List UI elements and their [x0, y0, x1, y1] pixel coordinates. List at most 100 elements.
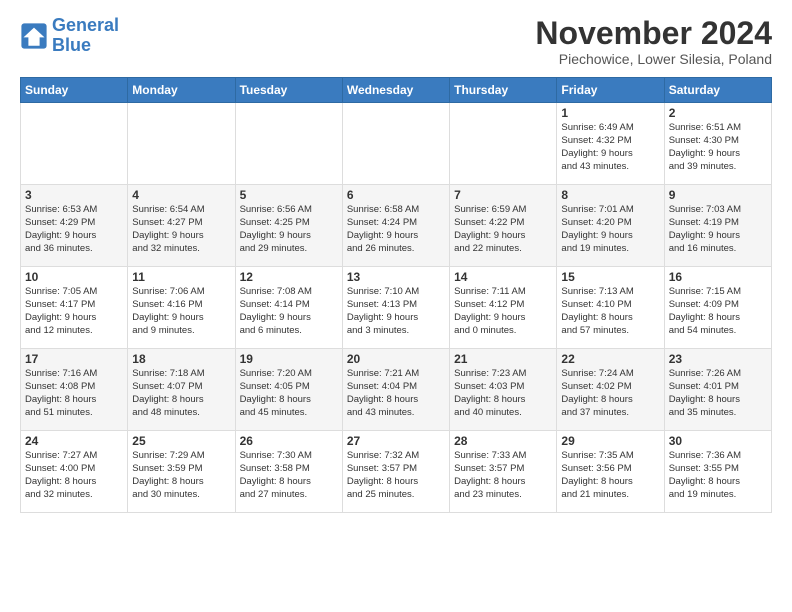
- day-number: 24: [25, 434, 123, 448]
- calendar-cell: 17Sunrise: 7:16 AM Sunset: 4:08 PM Dayli…: [21, 349, 128, 431]
- day-number: 18: [132, 352, 230, 366]
- day-info: Sunrise: 6:49 AM Sunset: 4:32 PM Dayligh…: [561, 122, 659, 173]
- day-info: Sunrise: 7:36 AM Sunset: 3:55 PM Dayligh…: [669, 450, 767, 501]
- calendar-cell: 8 Sunrise: 7:01 AM Sunset: 4:20 PM Daylig…: [557, 185, 664, 267]
- calendar-cell: 23 Sunrise: 7:26 AM Sunset: 4:01 PM Dayli…: [664, 349, 771, 431]
- col-wednesday: Wednesday: [342, 78, 449, 103]
- day-number: 23: [669, 352, 767, 366]
- calendar-cell: 6 Sunrise: 6:58 AM Sunset: 4:24 PM Daylig…: [342, 185, 449, 267]
- calendar-cell: [21, 103, 128, 185]
- calendar-cell: 19 Sunrise: 7:20 AM Sunset: 4:05 PM Dayli…: [235, 349, 342, 431]
- calendar-cell: 28 Sunrise: 7:33 AM Sunset: 3:57 PM Dayli…: [450, 431, 557, 513]
- day-info: Sunrise: 7:32 AM Sunset: 3:57 PM Dayligh…: [347, 450, 445, 501]
- day-number: 9: [669, 188, 767, 202]
- day-number: 13: [347, 270, 445, 284]
- month-title: November 2024: [535, 16, 772, 51]
- calendar-cell: 9Sunrise: 7:03 AM Sunset: 4:19 PM Daylig…: [664, 185, 771, 267]
- day-number: 10: [25, 270, 123, 284]
- calendar-cell: 7 Sunrise: 6:59 AM Sunset: 4:22 PM Daylig…: [450, 185, 557, 267]
- logo: General Blue: [20, 16, 119, 56]
- logo-icon: [20, 22, 48, 50]
- day-info: Sunrise: 7:33 AM Sunset: 3:57 PM Dayligh…: [454, 450, 552, 501]
- day-info: Sunrise: 6:56 AM Sunset: 4:25 PM Dayligh…: [240, 204, 338, 255]
- day-info: Sunrise: 7:23 AM Sunset: 4:03 PM Dayligh…: [454, 368, 552, 419]
- calendar-cell: 25 Sunrise: 7:29 AM Sunset: 3:59 PM Dayli…: [128, 431, 235, 513]
- day-info: Sunrise: 6:59 AM Sunset: 4:22 PM Dayligh…: [454, 204, 552, 255]
- day-info: Sunrise: 7:30 AM Sunset: 3:58 PM Dayligh…: [240, 450, 338, 501]
- location: Piechowice, Lower Silesia, Poland: [535, 51, 772, 67]
- day-number: 19: [240, 352, 338, 366]
- calendar-cell: 2 Sunrise: 6:51 AM Sunset: 4:30 PM Daylig…: [664, 103, 771, 185]
- day-info: Sunrise: 6:53 AM Sunset: 4:29 PM Dayligh…: [25, 204, 123, 255]
- col-sunday: Sunday: [21, 78, 128, 103]
- day-number: 20: [347, 352, 445, 366]
- logo-blue: Blue: [52, 35, 91, 55]
- day-info: Sunrise: 6:58 AM Sunset: 4:24 PM Dayligh…: [347, 204, 445, 255]
- title-area: November 2024 Piechowice, Lower Silesia,…: [535, 16, 772, 67]
- day-number: 12: [240, 270, 338, 284]
- calendar-week-2: 3Sunrise: 6:53 AM Sunset: 4:29 PM Daylig…: [21, 185, 772, 267]
- day-number: 14: [454, 270, 552, 284]
- day-info: Sunrise: 7:11 AM Sunset: 4:12 PM Dayligh…: [454, 286, 552, 337]
- day-info: Sunrise: 7:13 AM Sunset: 4:10 PM Dayligh…: [561, 286, 659, 337]
- day-info: Sunrise: 6:51 AM Sunset: 4:30 PM Dayligh…: [669, 122, 767, 173]
- day-number: 6: [347, 188, 445, 202]
- calendar-week-3: 10Sunrise: 7:05 AM Sunset: 4:17 PM Dayli…: [21, 267, 772, 349]
- day-number: 2: [669, 106, 767, 120]
- day-info: Sunrise: 7:18 AM Sunset: 4:07 PM Dayligh…: [132, 368, 230, 419]
- calendar-cell: 15 Sunrise: 7:13 AM Sunset: 4:10 PM Dayli…: [557, 267, 664, 349]
- day-number: 28: [454, 434, 552, 448]
- calendar-cell: 13 Sunrise: 7:10 AM Sunset: 4:13 PM Dayli…: [342, 267, 449, 349]
- day-number: 5: [240, 188, 338, 202]
- calendar-cell: 14 Sunrise: 7:11 AM Sunset: 4:12 PM Dayli…: [450, 267, 557, 349]
- col-saturday: Saturday: [664, 78, 771, 103]
- calendar-table: Sunday Monday Tuesday Wednesday Thursday…: [20, 77, 772, 513]
- day-number: 1: [561, 106, 659, 120]
- day-info: Sunrise: 7:01 AM Sunset: 4:20 PM Dayligh…: [561, 204, 659, 255]
- col-monday: Monday: [128, 78, 235, 103]
- calendar-week-4: 17Sunrise: 7:16 AM Sunset: 4:08 PM Dayli…: [21, 349, 772, 431]
- day-number: 8: [561, 188, 659, 202]
- col-friday: Friday: [557, 78, 664, 103]
- day-number: 26: [240, 434, 338, 448]
- calendar-cell: 20Sunrise: 7:21 AM Sunset: 4:04 PM Dayli…: [342, 349, 449, 431]
- calendar-week-5: 24Sunrise: 7:27 AM Sunset: 4:00 PM Dayli…: [21, 431, 772, 513]
- day-number: 27: [347, 434, 445, 448]
- day-info: Sunrise: 7:24 AM Sunset: 4:02 PM Dayligh…: [561, 368, 659, 419]
- calendar-cell: 18 Sunrise: 7:18 AM Sunset: 4:07 PM Dayli…: [128, 349, 235, 431]
- day-number: 21: [454, 352, 552, 366]
- calendar-cell: 30 Sunrise: 7:36 AM Sunset: 3:55 PM Dayli…: [664, 431, 771, 513]
- calendar-cell: 4Sunrise: 6:54 AM Sunset: 4:27 PM Daylig…: [128, 185, 235, 267]
- calendar-cell: 10Sunrise: 7:05 AM Sunset: 4:17 PM Dayli…: [21, 267, 128, 349]
- calendar-cell: 12Sunrise: 7:08 AM Sunset: 4:14 PM Dayli…: [235, 267, 342, 349]
- day-number: 15: [561, 270, 659, 284]
- day-number: 7: [454, 188, 552, 202]
- day-number: 16: [669, 270, 767, 284]
- day-number: 17: [25, 352, 123, 366]
- calendar-cell: 1 Sunrise: 6:49 AM Sunset: 4:32 PM Daylig…: [557, 103, 664, 185]
- calendar-cell: [450, 103, 557, 185]
- day-number: 30: [669, 434, 767, 448]
- calendar-cell: 24Sunrise: 7:27 AM Sunset: 4:00 PM Dayli…: [21, 431, 128, 513]
- day-info: Sunrise: 7:15 AM Sunset: 4:09 PM Dayligh…: [669, 286, 767, 337]
- calendar-cell: [235, 103, 342, 185]
- header: General Blue November 2024 Piechowice, L…: [20, 16, 772, 67]
- day-info: Sunrise: 7:26 AM Sunset: 4:01 PM Dayligh…: [669, 368, 767, 419]
- calendar-cell: 11Sunrise: 7:06 AM Sunset: 4:16 PM Dayli…: [128, 267, 235, 349]
- day-number: 11: [132, 270, 230, 284]
- day-info: Sunrise: 7:35 AM Sunset: 3:56 PM Dayligh…: [561, 450, 659, 501]
- day-info: Sunrise: 7:10 AM Sunset: 4:13 PM Dayligh…: [347, 286, 445, 337]
- day-info: Sunrise: 7:29 AM Sunset: 3:59 PM Dayligh…: [132, 450, 230, 501]
- day-number: 4: [132, 188, 230, 202]
- day-number: 22: [561, 352, 659, 366]
- calendar-cell: 3Sunrise: 6:53 AM Sunset: 4:29 PM Daylig…: [21, 185, 128, 267]
- day-number: 25: [132, 434, 230, 448]
- col-thursday: Thursday: [450, 78, 557, 103]
- calendar-cell: 22 Sunrise: 7:24 AM Sunset: 4:02 PM Dayli…: [557, 349, 664, 431]
- day-info: Sunrise: 7:20 AM Sunset: 4:05 PM Dayligh…: [240, 368, 338, 419]
- page: General Blue November 2024 Piechowice, L…: [0, 0, 792, 612]
- logo-text: General Blue: [52, 16, 119, 56]
- calendar-week-1: 1 Sunrise: 6:49 AM Sunset: 4:32 PM Daylig…: [21, 103, 772, 185]
- calendar-cell: [342, 103, 449, 185]
- calendar-cell: 16 Sunrise: 7:15 AM Sunset: 4:09 PM Dayli…: [664, 267, 771, 349]
